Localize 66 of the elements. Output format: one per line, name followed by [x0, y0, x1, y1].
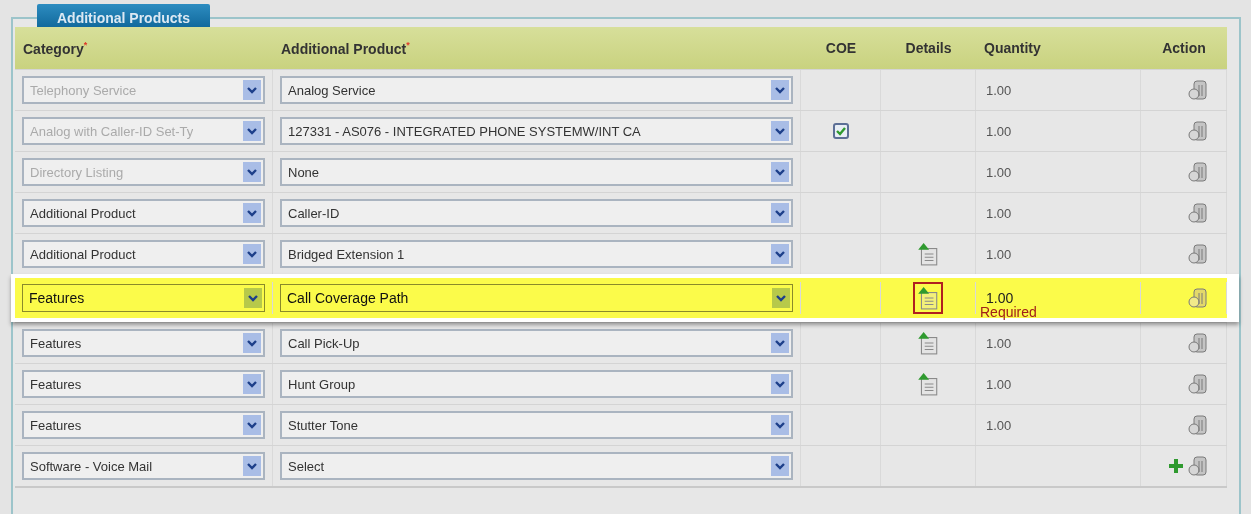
- checkbox[interactable]: [832, 123, 849, 139]
- chevron-icon: [771, 374, 789, 394]
- delete-icon[interactable]: [1188, 161, 1208, 183]
- product-dropdown[interactable]: 127331 - AS076 - INTEGRATED PHONE SYSTEMW/INT CA: [280, 117, 793, 145]
- delete-icon[interactable]: [1188, 414, 1208, 436]
- quantity-value: 1.00: [986, 82, 1012, 98]
- chevron-icon: [771, 203, 789, 223]
- chevron-icon: [243, 415, 261, 435]
- category-dropdown[interactable]: Features: [22, 370, 265, 398]
- product-dropdown[interactable]: Select: [280, 452, 793, 480]
- quantity-value: 1.00: [986, 417, 1012, 433]
- delete-icon[interactable]: [1188, 455, 1208, 477]
- category-dropdown[interactable]: Software - Voice Mail: [22, 452, 265, 480]
- chevron-icon: [771, 80, 789, 100]
- quantity-value: 1.00: [986, 290, 1014, 306]
- product-dropdown[interactable]: Bridged Extension 1: [280, 240, 793, 268]
- chevron-icon: [771, 121, 789, 141]
- product-dropdown[interactable]: Call Coverage Path: [280, 284, 793, 312]
- quantity-value: 1.00: [986, 164, 1012, 180]
- product-dropdown[interactable]: Stutter Tone: [280, 411, 793, 439]
- product-dropdown[interactable]: Hunt Group: [280, 370, 793, 398]
- chevron-icon: [243, 374, 261, 394]
- chevron-icon: [772, 288, 790, 308]
- column-header: Additional Product$^{*}$: [281, 39, 410, 57]
- product-dropdown[interactable]: Call Pick-Up: [280, 329, 793, 357]
- delete-icon[interactable]: [1188, 202, 1208, 224]
- quantity-value: 1.00: [986, 335, 1012, 351]
- quantity-value: 1.00: [986, 246, 1012, 262]
- column-header: Action: [1162, 40, 1206, 56]
- chevron-icon: [243, 121, 261, 141]
- chevron-icon: [771, 415, 789, 435]
- quantity-value: 1.00: [986, 205, 1012, 221]
- chevron-icon: [771, 244, 789, 264]
- column-header: Quantity: [984, 40, 1041, 56]
- chevron-icon: [243, 80, 261, 100]
- column-header: COE: [825, 40, 857, 56]
- category-dropdown[interactable]: Features: [22, 411, 265, 439]
- column-header: Details: [905, 40, 952, 56]
- column-header: Category$^{*}$: [23, 39, 88, 57]
- delete-icon[interactable]: [1188, 79, 1208, 101]
- quantity-value: 1.00: [986, 376, 1012, 392]
- chevron-icon: [244, 288, 262, 308]
- chevron-icon: [243, 162, 261, 182]
- product-dropdown[interactable]: Analog Service: [280, 76, 793, 104]
- chevron-icon: [243, 333, 261, 353]
- chevron-icon: [771, 162, 789, 182]
- chevron-icon: [243, 203, 261, 223]
- delete-icon[interactable]: [1188, 332, 1208, 354]
- category-dropdown[interactable]: Features: [22, 284, 265, 312]
- delete-icon[interactable]: [1188, 373, 1208, 395]
- required-note: Required: [980, 304, 1037, 320]
- delete-icon[interactable]: [1188, 287, 1208, 309]
- plus-icon[interactable]: [1168, 458, 1184, 474]
- chevron-icon: [771, 333, 789, 353]
- category-dropdown[interactable]: Additional Product: [22, 240, 265, 268]
- product-dropdown[interactable]: Caller-ID: [280, 199, 793, 227]
- details-button[interactable]: [913, 282, 943, 314]
- delete-icon[interactable]: [1188, 243, 1208, 265]
- chevron-icon: [243, 456, 261, 476]
- category-dropdown[interactable]: Additional Product: [22, 199, 265, 227]
- chevron-icon: [771, 456, 789, 476]
- quantity-value: 1.00: [986, 123, 1012, 139]
- chevron-icon: [243, 244, 261, 264]
- category-dropdown[interactable]: Features: [22, 329, 265, 357]
- product-dropdown[interactable]: None: [280, 158, 793, 186]
- delete-icon[interactable]: [1188, 120, 1208, 142]
